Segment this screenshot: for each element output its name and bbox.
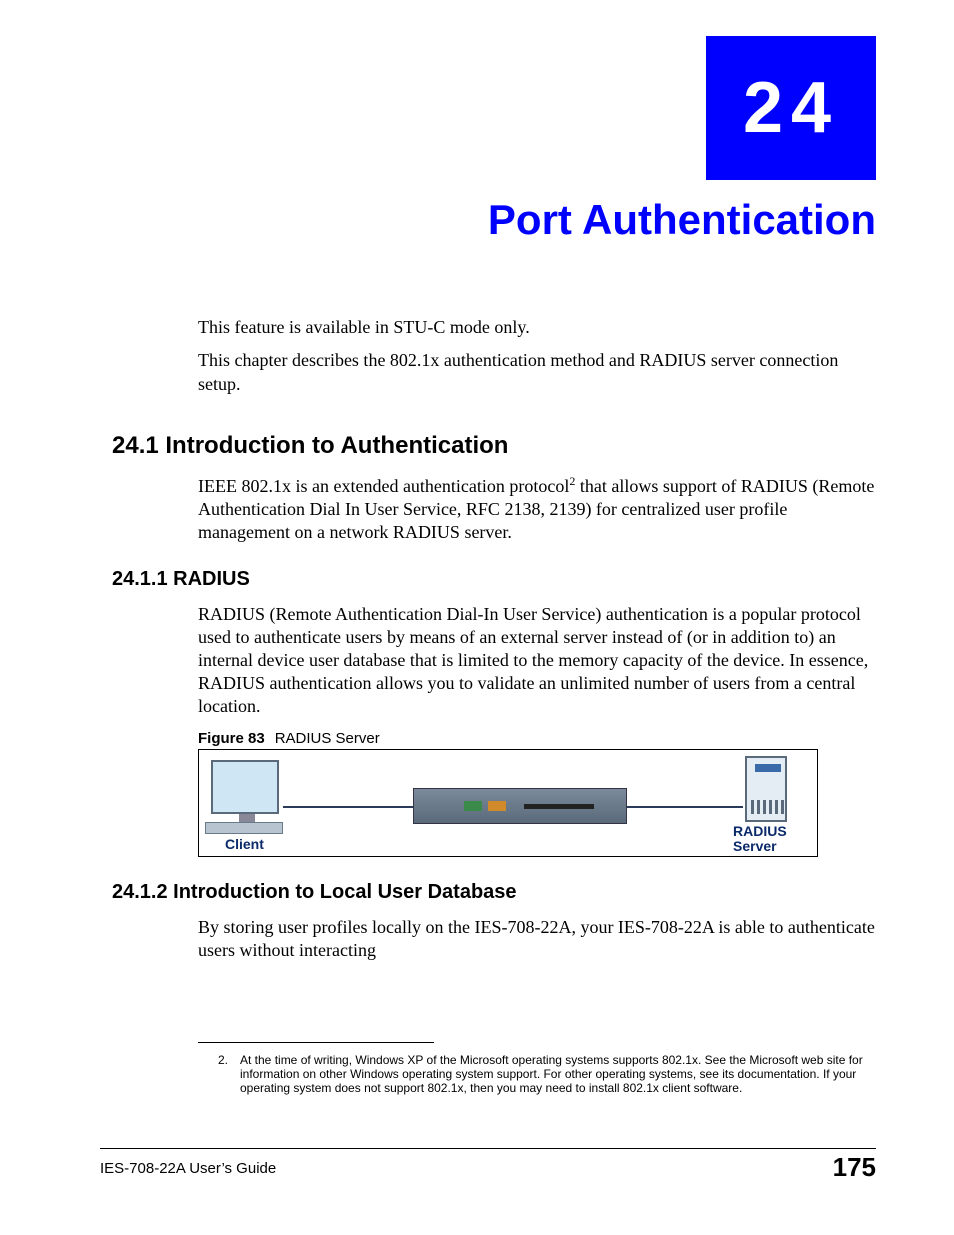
wire-client-switch (283, 806, 413, 808)
para-pre: IEEE 802.1x is an extended authenticatio… (198, 476, 569, 496)
intro-paragraph-1: This feature is available in STU-C mode … (198, 316, 878, 339)
section-24-1-paragraph: IEEE 802.1x is an extended authenticatio… (198, 474, 878, 544)
chapter-number-badge: 24 (706, 36, 876, 180)
page: 24 Port Authentication This feature is a… (0, 0, 954, 1235)
chapter-title: Port Authentication (0, 196, 876, 244)
section-24-1-2-heading: 24.1.2 Introduction to Local User Databa… (112, 881, 878, 904)
client-monitor-icon (211, 760, 279, 814)
server-label-line1: RADIUS (733, 823, 787, 839)
footnote-rule (198, 1042, 434, 1043)
server-label-line2: Server (733, 838, 777, 854)
figure-83-diagram: Client RADIUS Server (198, 749, 818, 857)
client-label: Client (225, 836, 264, 852)
figure-label-rest: RADIUS Server (275, 730, 380, 747)
switch-device-icon (413, 788, 627, 824)
section-24-1-1-paragraph: RADIUS (Remote Authentication Dial-In Us… (198, 603, 878, 718)
section-24-1-2-paragraph: By storing user profiles locally on the … (198, 916, 878, 962)
figure-label-bold: Figure 83 (198, 730, 265, 747)
client-keyboard-icon (205, 822, 283, 834)
radius-server-icon (745, 756, 787, 822)
footnote-text: At the time of writing, Windows XP of th… (240, 1054, 874, 1095)
footnote-2: 2. At the time of writing, Windows XP of… (218, 1054, 874, 1095)
radius-server-label: RADIUS Server (733, 824, 787, 853)
section-24-1-1-heading: 24.1.1 RADIUS (112, 568, 878, 591)
footer-guide-name: IES-708-22A User’s Guide (100, 1160, 276, 1177)
footer-page-number: 175 (833, 1152, 876, 1183)
footer-rule (100, 1148, 876, 1149)
intro-paragraph-2: This chapter describes the 802.1x authen… (198, 349, 878, 396)
figure-caption: Figure 83 RADIUS Server (198, 730, 878, 747)
content-area: This feature is available in STU-C mode … (198, 316, 878, 974)
section-24-1-heading: 24.1 Introduction to Authentication (112, 432, 878, 460)
footnote-number: 2. (218, 1054, 240, 1095)
wire-switch-server (627, 806, 743, 808)
chapter-number: 24 (743, 67, 839, 149)
